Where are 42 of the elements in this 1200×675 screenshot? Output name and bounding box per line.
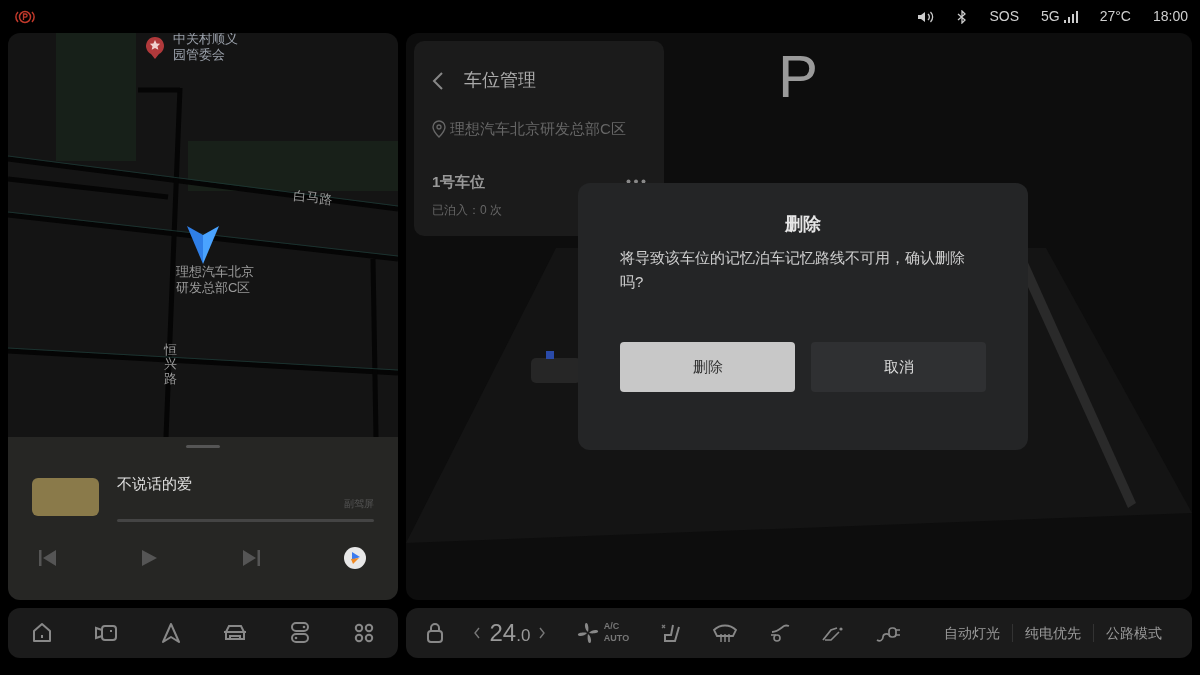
confirm-button[interactable]: 删除 bbox=[620, 342, 795, 392]
outside-temperature: 27°C bbox=[1099, 7, 1131, 26]
network-label: 5G bbox=[1041, 7, 1060, 26]
drag-handle[interactable] bbox=[186, 445, 220, 448]
poi-pin-icon[interactable] bbox=[145, 36, 165, 60]
park-count: 已泊入：0 次 bbox=[432, 202, 503, 219]
sos-label: SOS bbox=[989, 7, 1019, 26]
page-title: 车位管理 bbox=[464, 69, 536, 92]
video-thumbnail-placeholder bbox=[32, 478, 99, 517]
decrease-icon[interactable] bbox=[473, 627, 482, 639]
clock: 18:00 bbox=[1152, 7, 1188, 26]
progress-track[interactable] bbox=[117, 518, 374, 522]
cancel-button[interactable]: 取消 bbox=[811, 342, 986, 392]
gear-indicator: P bbox=[778, 47, 819, 107]
fan-icon[interactable] bbox=[575, 621, 600, 645]
back-icon[interactable] bbox=[432, 71, 444, 90]
parking-brake-icon bbox=[14, 8, 36, 25]
quick-toggle[interactable]: 自动灯光 bbox=[932, 622, 1012, 644]
location-pin-icon bbox=[432, 120, 446, 139]
location-text: 理想汽车北京研发总部C区 bbox=[450, 119, 626, 139]
defrost-icon[interactable] bbox=[712, 622, 739, 644]
location-label: 理想汽车北京研发总部C区 bbox=[176, 264, 255, 297]
auto-label: AUTO bbox=[603, 633, 630, 645]
cabin-temperature[interactable]: 24.0 bbox=[489, 615, 531, 651]
song-title: 不说话的爱 bbox=[117, 474, 193, 494]
more-icon[interactable] bbox=[626, 179, 646, 185]
navigation-arrow-icon bbox=[186, 225, 220, 265]
lock-icon[interactable] bbox=[426, 622, 444, 644]
increase-icon[interactable] bbox=[538, 627, 547, 639]
road-label: 白马路 bbox=[292, 188, 333, 208]
road-label: 恒兴路 bbox=[164, 343, 177, 386]
dialog-title: 删除 bbox=[784, 213, 822, 236]
dialog-message: 将导致该车位的记忆泊车记忆路线不可用，确认删除吗? bbox=[620, 248, 966, 292]
spot-name[interactable]: 1号车位 bbox=[432, 170, 486, 193]
bluetooth-icon[interactable] bbox=[957, 9, 968, 24]
home-icon[interactable] bbox=[30, 621, 54, 645]
ac-label: A/C bbox=[603, 621, 621, 633]
quick-toggle[interactable]: 纯电优先 bbox=[1013, 622, 1093, 644]
volume-icon[interactable] bbox=[917, 9, 936, 24]
app-logo-icon[interactable] bbox=[344, 546, 366, 569]
signal-icon bbox=[1063, 10, 1078, 23]
quick-toggle[interactable]: 公路模式 bbox=[1094, 622, 1174, 644]
